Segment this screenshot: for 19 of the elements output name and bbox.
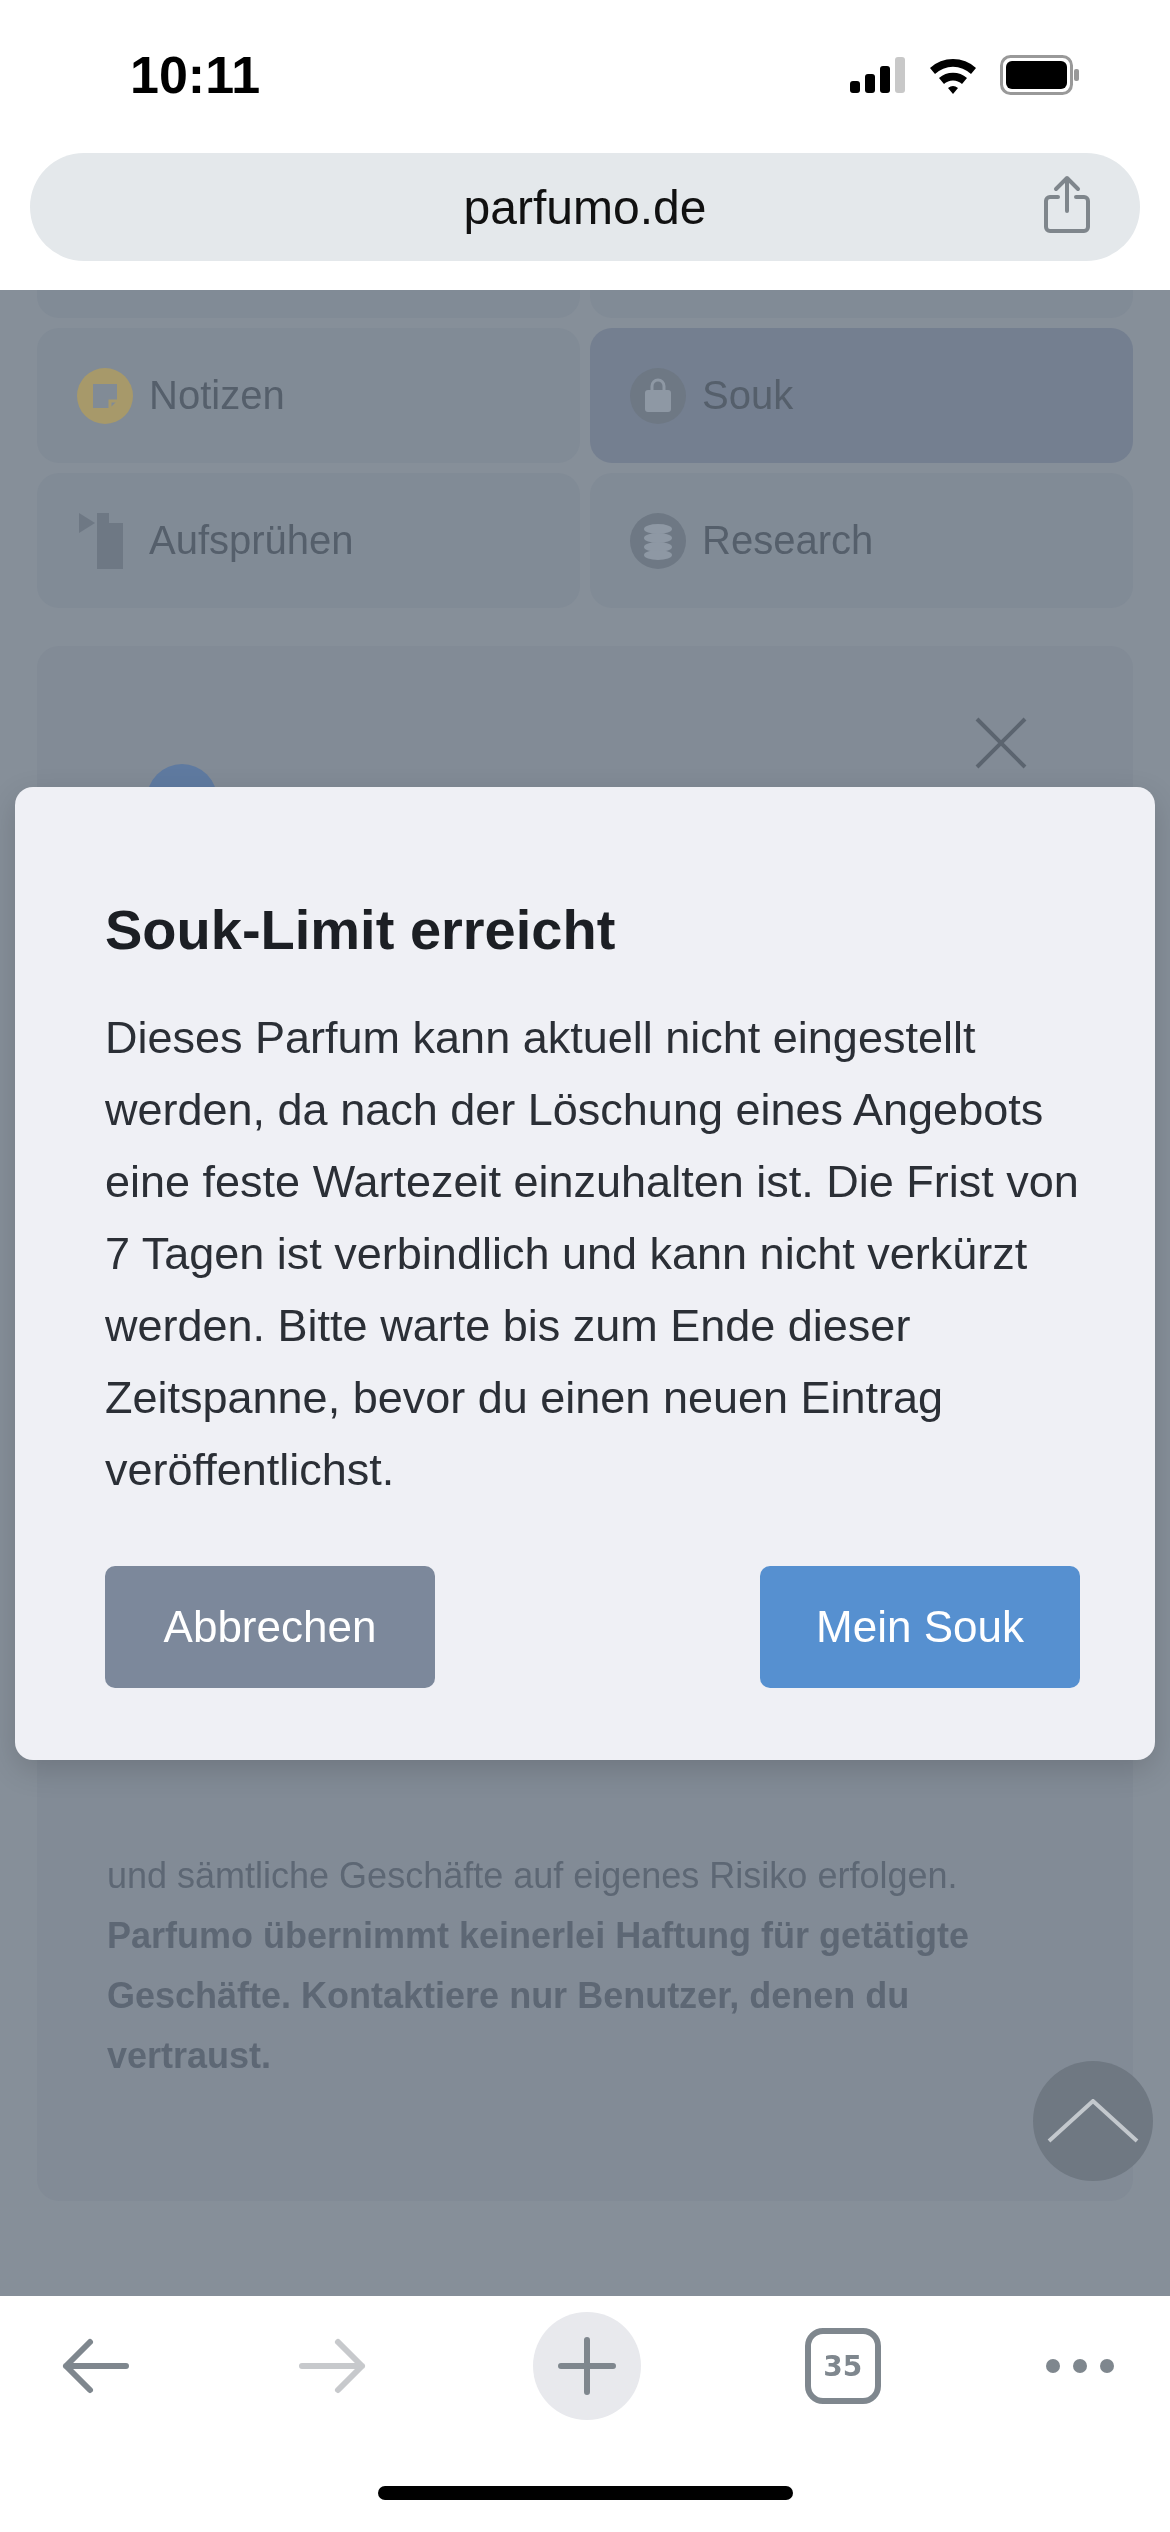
back-icon[interactable] bbox=[60, 2336, 132, 2396]
note-icon bbox=[77, 367, 133, 424]
dialog-message: Dieses Parfum kann aktuell nicht eingestellt werden, da nach der Löschung eines Angebots eine feste Wartezeit einzuhalten ist. Die Frist von 7 Tagen ist verbindlich und kann nicht verkürzt werden. Bitte warte bis zum Ende dieser Zeitspanne, bevor du einen neuen Eintrag veröffentlichst. bbox=[105, 1011, 1080, 1497]
chevron-up-icon bbox=[1047, 2099, 1139, 2143]
share-icon[interactable] bbox=[1042, 175, 1092, 235]
dialog-title: Souk-Limit erreicht bbox=[105, 897, 617, 962]
confirm-button[interactable]: Mein Souk bbox=[760, 1566, 1080, 1688]
wifi-icon bbox=[928, 56, 978, 94]
signal-icon bbox=[850, 57, 906, 93]
more-icon[interactable] bbox=[1045, 2358, 1115, 2374]
battery-icon bbox=[1000, 55, 1080, 95]
address-bar[interactable]: parfumo.de bbox=[30, 153, 1140, 261]
close-icon[interactable] bbox=[974, 716, 1028, 770]
database-icon bbox=[630, 512, 686, 569]
cancel-button[interactable]: Abbrechen bbox=[105, 1566, 435, 1688]
status-time: 10:11 bbox=[130, 45, 261, 105]
shopping-bag-icon bbox=[630, 367, 686, 424]
plus-icon bbox=[557, 2337, 616, 2395]
tab-count-button[interactable]: 35 bbox=[804, 2328, 881, 2404]
